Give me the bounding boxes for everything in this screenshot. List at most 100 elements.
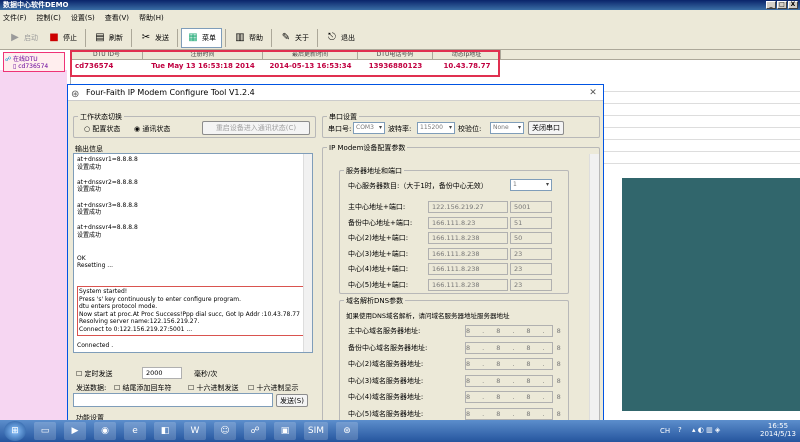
dns-server-input[interactable]: 8.8.8.8 [465, 341, 561, 354]
exit-icon: ⎋ [328, 31, 336, 43]
configure-tool-dialog: ⊛ Four-Faith IP Modem Configure Tool V1.… [67, 84, 604, 424]
dtu-tree: ☍ 在线DTU ▯ cd736574 [3, 52, 65, 72]
server-ip-input[interactable]: 166.111.8.238 [428, 278, 508, 291]
server-port-input[interactable]: 23 [510, 263, 552, 275]
ie-icon[interactable]: e [124, 422, 146, 440]
server-ip-input[interactable]: 166.111.8.23 [428, 216, 508, 229]
server-label: 中心(5)地址+端口: [348, 280, 409, 289]
parity-select[interactable]: None [490, 122, 524, 134]
stop-icon: ■ [49, 31, 59, 43]
log-line: OK [77, 254, 86, 262]
server-ip-input[interactable]: 166.111.8.238 [428, 232, 508, 244]
timer-input[interactable]: 2000 [142, 367, 182, 379]
radio-config-state[interactable]: ○ 配置状态 [84, 124, 120, 134]
dns-server-input[interactable]: 8.8.8.8 [465, 358, 561, 370]
port-select[interactable]: COM3 [353, 122, 385, 134]
about-icon: ✎ [281, 31, 291, 43]
dns-label: 中心(4)域名服务器地址: [348, 393, 424, 401]
append-cr-checkbox[interactable]: ☐ 结尾添加回车符 [114, 383, 172, 393]
menu-view[interactable]: 查看(V) [105, 13, 129, 23]
language-indicator[interactable]: CH [660, 427, 670, 435]
highlight-box [70, 50, 500, 77]
help-button[interactable]: ▥ 帮助 [229, 28, 268, 48]
server-port-input[interactable]: 5001 [510, 201, 552, 213]
qq-icon[interactable]: ☺ [214, 422, 236, 440]
stop-button[interactable]: ■ 停止 [43, 28, 82, 48]
dns-server-input[interactable]: 8.8.8.8 [465, 407, 561, 420]
office-icon[interactable]: ◧ [154, 422, 176, 440]
timer-checkbox[interactable]: ☐ 定时发送 [76, 369, 113, 379]
network-icon: ☍ [5, 56, 12, 63]
server-ip-input[interactable]: 166.111.8.238 [428, 263, 508, 275]
explorer-icon[interactable]: ▭ [34, 422, 56, 440]
tool-icon[interactable]: ⊛ [336, 422, 358, 440]
clock[interactable]: 16:55 2014/5/13 [760, 422, 796, 438]
hex-show-checkbox[interactable]: ☐ 十六进制显示 [248, 383, 299, 393]
log-line: Now start at proc.At Proc Success!Ppp di… [79, 310, 300, 318]
network-app-icon[interactable]: ☍ [244, 422, 266, 440]
hex-send-checkbox[interactable]: ☐ 十六进制发送 [188, 383, 239, 393]
send-button[interactable]: ✂ 发送 [135, 28, 174, 48]
server-ip-input[interactable]: 166.111.8.238 [428, 247, 508, 260]
send-data-button[interactable]: 发送(S) [276, 394, 308, 407]
server-port-input[interactable]: 23 [510, 247, 552, 260]
menu-control[interactable]: 控制(C) [37, 13, 61, 23]
send-icon: ✂ [141, 31, 151, 43]
param-scrollbar[interactable] [589, 154, 599, 424]
menu-file[interactable]: 文件(F) [3, 13, 27, 23]
refresh-icon: ▤ [95, 31, 105, 43]
help-tray-icon[interactable]: ? [678, 426, 682, 434]
dns-label: 中心(3)域名服务器地址: [348, 376, 424, 385]
log-line: at+dnssvr4=8.8.8.8 [77, 224, 138, 232]
log-line: 设置成功 [77, 209, 102, 217]
log-scrollbar[interactable] [303, 154, 312, 352]
menu-button[interactable]: ▦ 菜单 [181, 27, 222, 48]
close-port-button[interactable]: 关闭串口 [528, 121, 564, 135]
server-ip-input[interactable]: 122.156.219.27 [428, 201, 508, 213]
dns-server-input[interactable]: 8.8.8.8 [465, 325, 561, 337]
word-icon[interactable]: W [184, 422, 206, 440]
minimize-button[interactable]: _ [766, 1, 776, 9]
refresh-button[interactable]: ▤ 刷新 [89, 28, 128, 48]
server-count-select[interactable]: 1 [510, 179, 552, 191]
log-line: System started! [79, 288, 128, 296]
tray-icons[interactable]: ▴ ◐ ▥ ◈ [692, 426, 720, 434]
app-title: 数据中心软件DEMO [3, 1, 69, 9]
baud-select[interactable]: 115200 [417, 122, 455, 134]
start-button[interactable]: ▶ 启动 [4, 28, 43, 48]
dns-label: 备份中心域名服务器地址: [348, 343, 428, 352]
reboot-comm-button[interactable]: 重启设备进入通讯状态(C) [202, 121, 310, 135]
chrome-icon[interactable]: ◉ [94, 422, 116, 440]
dns-server-input[interactable]: 8.8.8.8 [465, 374, 561, 387]
close-button[interactable]: X [788, 1, 798, 9]
sim-icon[interactable]: SIM [304, 422, 328, 440]
server-port-input[interactable]: 23 [510, 278, 552, 291]
dialog-close-icon[interactable]: ✕ [585, 87, 601, 99]
app-logo-icon: ⊛ [71, 89, 80, 100]
dns-label: 中心(2)域名服务器地址: [348, 360, 424, 368]
output-log[interactable]: at+dnssvr1=8.8.8.8 设置成功 at+dnssvr2=8.8.8.8… [73, 153, 313, 353]
tree-item-dtu[interactable]: ▯ cd736574 [5, 63, 63, 70]
help-icon: ▥ [235, 31, 245, 43]
dns-server-input[interactable]: 8.8.8.8 [465, 391, 561, 403]
server-port-input[interactable]: 51 [510, 216, 552, 229]
menu-settings[interactable]: 设置(S) [71, 13, 95, 23]
play-icon: ▶ [11, 31, 19, 43]
about-button[interactable]: ✎ 关于 [275, 28, 314, 48]
tree-root-online[interactable]: ☍ 在线DTU [5, 54, 63, 63]
exit-button[interactable]: ⎋ 退出 [321, 28, 360, 48]
maximize-button[interactable]: □ [777, 1, 787, 9]
remote-icon[interactable]: ▣ [274, 422, 296, 440]
device-icon: ▯ [13, 63, 17, 70]
server-port-input[interactable]: 50 [510, 232, 552, 244]
menu-help[interactable]: 帮助(H) [139, 13, 164, 23]
log-line: Press 's' key continuously to enter conf… [79, 295, 242, 303]
server-label: 中心(2)地址+端口: [348, 234, 409, 242]
media-player-icon[interactable]: ▶ [64, 422, 86, 440]
radio-comm-state[interactable]: ◉ 通讯状态 [134, 124, 170, 134]
start-button[interactable]: ⊞ [4, 421, 26, 441]
send-data-input[interactable] [73, 393, 273, 407]
